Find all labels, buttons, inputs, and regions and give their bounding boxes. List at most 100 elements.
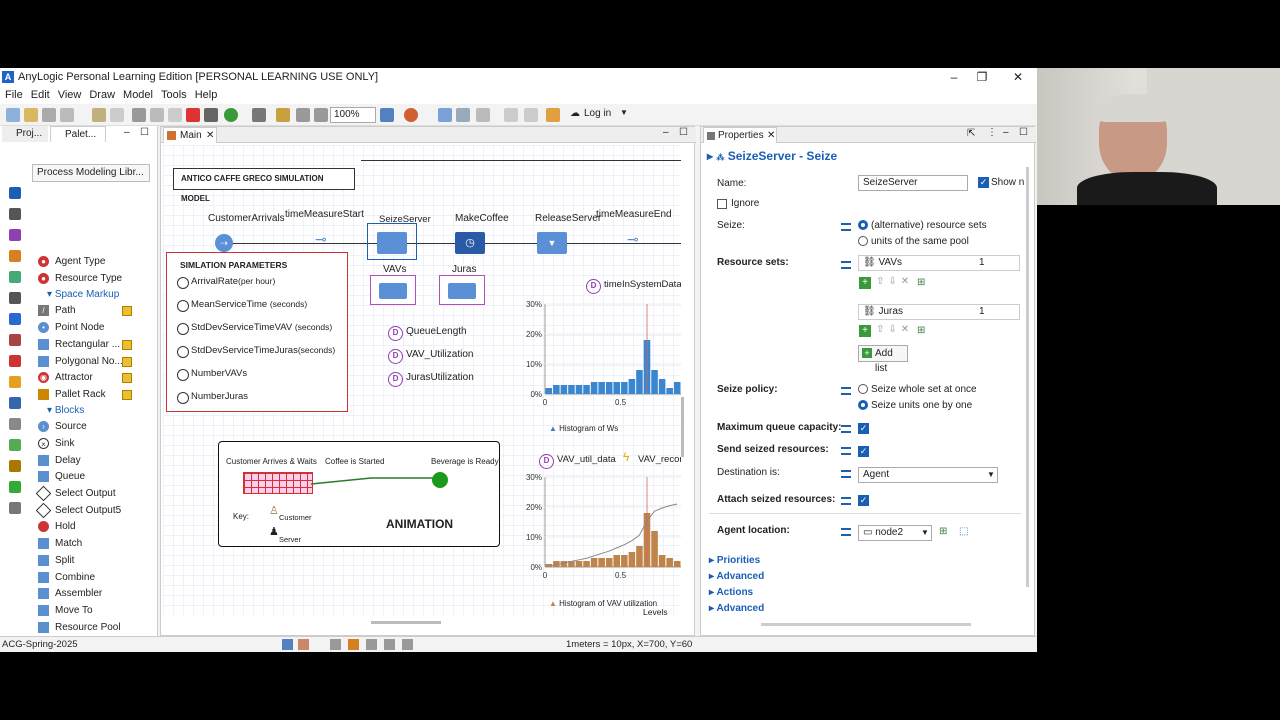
- dataset-time-in-system[interactable]: timeInSystemDatas: [586, 279, 681, 294]
- agent-icon[interactable]: [9, 355, 21, 367]
- layers-icon[interactable]: [476, 108, 490, 122]
- move-up-down-delete-icons[interactable]: ⇧⇩✕: [876, 324, 913, 335]
- maximize-panel-button[interactable]: ☐: [1019, 127, 1028, 138]
- minimize-panel-button[interactable]: –: [124, 127, 130, 138]
- material-icon[interactable]: [9, 334, 21, 346]
- palette-color-icon[interactable]: [404, 108, 418, 122]
- tool-icon[interactable]: [384, 639, 395, 650]
- palette-item-pallet-rack[interactable]: Pallet Rack: [37, 387, 132, 403]
- max-queue-checkbox[interactable]: ✓: [858, 423, 869, 434]
- palette-item-attractor[interactable]: ◉ Attractor: [37, 370, 132, 386]
- run-icon[interactable]: [224, 108, 238, 122]
- palette-item-resource-type[interactable]: ● Resource Type: [37, 271, 122, 287]
- add-item-icon[interactable]: ⊞: [917, 325, 925, 336]
- tab-properties[interactable]: Properties ✕: [703, 127, 777, 143]
- snap-icon[interactable]: [456, 108, 470, 122]
- event-vav-record[interactable]: VAV_record: [638, 454, 681, 465]
- close-button[interactable]: ✕: [1004, 68, 1032, 86]
- agent-location-select[interactable]: ▭ node2 ▼: [858, 525, 932, 541]
- palette-item-select-output5[interactable]: Select Output5: [35, 502, 121, 519]
- resource-set-2-row[interactable]: ⛓ Juras 1: [858, 304, 1020, 320]
- palette-item-agent-type[interactable]: ● Agent Type: [37, 254, 105, 270]
- param-number-juras[interactable]: NumberJuras: [177, 391, 248, 404]
- static-value-icon[interactable]: [841, 261, 851, 269]
- space-icon[interactable]: [9, 502, 21, 514]
- section-advanced[interactable]: Advanced: [709, 571, 764, 582]
- distribute-icon[interactable]: [524, 108, 538, 122]
- static-value-icon[interactable]: [841, 470, 851, 478]
- zoom-select[interactable]: 100%: [330, 107, 376, 123]
- upload-icon[interactable]: [546, 108, 560, 122]
- source-block[interactable]: ⇢: [215, 234, 233, 252]
- close-tab-icon[interactable]: ✕: [206, 128, 214, 143]
- new-icon[interactable]: [6, 108, 20, 122]
- properties-hscrollbar[interactable]: [761, 623, 971, 626]
- dataset-queue-length[interactable]: QueueLength: [388, 326, 467, 341]
- tab-projects[interactable]: Proj...: [2, 126, 48, 142]
- show-name-checkbox[interactable]: ✓: [978, 177, 989, 188]
- select-node-icon[interactable]: ⬚: [959, 526, 968, 537]
- section-priorities[interactable]: Priorities: [709, 555, 760, 566]
- save-all-icon[interactable]: [60, 108, 74, 122]
- seize-same-pool-radio[interactable]: [858, 236, 868, 246]
- menu-file[interactable]: File: [0, 86, 26, 104]
- connectivity-icon[interactable]: [9, 397, 21, 409]
- add-item-icon[interactable]: ⊞: [917, 277, 925, 288]
- minimize-panel-button[interactable]: –: [1003, 127, 1009, 138]
- tool-icon[interactable]: [348, 639, 359, 650]
- process-library-icon[interactable]: [9, 208, 21, 220]
- menu-tools[interactable]: Tools: [156, 86, 190, 104]
- system-dynamics-icon[interactable]: [9, 439, 21, 451]
- make-coffee-block[interactable]: ◷: [455, 232, 485, 254]
- star-icon[interactable]: [9, 187, 21, 199]
- statechart-icon[interactable]: [9, 460, 21, 472]
- horizontal-scrollbar[interactable]: [371, 621, 441, 624]
- time-measure-start-block[interactable]: ⊸: [315, 231, 327, 248]
- tab-main[interactable]: Main ✕: [163, 127, 217, 143]
- palette-item-source[interactable]: › Source: [37, 419, 87, 435]
- policy-one-by-one-radio[interactable]: [858, 400, 868, 410]
- palette-item-point-node[interactable]: • Point Node: [37, 320, 104, 336]
- pictures-icon[interactable]: [9, 376, 21, 388]
- seize-alternative-sets-radio[interactable]: [858, 220, 868, 230]
- attach-seized-checkbox[interactable]: ✓: [858, 495, 869, 506]
- minimize-button[interactable]: –: [940, 68, 968, 86]
- view-menu-icon[interactable]: ⋮: [987, 127, 997, 138]
- align-icon[interactable]: [504, 108, 518, 122]
- zoom-out-icon[interactable]: [314, 108, 328, 122]
- static-value-icon[interactable]: [841, 528, 851, 536]
- add-resource-icon[interactable]: +: [859, 325, 871, 337]
- palette-item-hold[interactable]: Hold: [37, 519, 76, 535]
- param-stddev-juras[interactable]: StdDevServiceTimeJuras(seconds): [177, 345, 335, 358]
- palette-item-match[interactable]: Match: [37, 536, 82, 552]
- undo-icon[interactable]: [92, 108, 106, 122]
- tool-icon[interactable]: [366, 639, 377, 650]
- static-value-icon[interactable]: [841, 387, 851, 395]
- static-value-icon[interactable]: [841, 497, 851, 505]
- palette-item-polygonal-node[interactable]: Polygonal No...: [37, 354, 132, 370]
- layout-icon[interactable]: [298, 639, 309, 650]
- presentation-icon[interactable]: [9, 250, 21, 262]
- palette-item-combine[interactable]: Combine: [37, 570, 95, 586]
- menu-edit[interactable]: Edit: [26, 86, 53, 104]
- palette-item-resource-pool[interactable]: Resource Pool: [37, 620, 121, 636]
- release-server-block[interactable]: ▼: [537, 232, 567, 254]
- fluid-icon[interactable]: [9, 313, 21, 325]
- pedestrian-icon[interactable]: [9, 271, 21, 283]
- tool-icon[interactable]: [330, 639, 341, 650]
- destination-select[interactable]: Agent ▼: [858, 467, 998, 483]
- param-stddev-vav[interactable]: StdDevServiceTimeVAV (seconds): [177, 322, 332, 335]
- zoom-in-icon[interactable]: [380, 108, 394, 122]
- static-value-icon[interactable]: [841, 425, 851, 433]
- pin-icon[interactable]: ⇱: [967, 128, 975, 139]
- properties-scrollbar[interactable]: [1026, 167, 1029, 587]
- param-number-vavs[interactable]: NumberVAVs: [177, 368, 247, 381]
- palette-item-assembler[interactable]: Assembler: [37, 586, 102, 602]
- levels-label[interactable]: Levels: [643, 607, 668, 615]
- time-measure-end-block[interactable]: ⊸: [627, 231, 639, 248]
- login-button[interactable]: Log in: [584, 108, 611, 119]
- param-arrival-rate[interactable]: ArrivalRate(per hour): [177, 276, 275, 289]
- minimize-editor-button[interactable]: –: [663, 127, 669, 138]
- palette-header[interactable]: Process Modeling Libr...: [32, 164, 150, 182]
- histogram-vav[interactable]: 0% 10% 20% 30% 0 0.5: [515, 473, 681, 601]
